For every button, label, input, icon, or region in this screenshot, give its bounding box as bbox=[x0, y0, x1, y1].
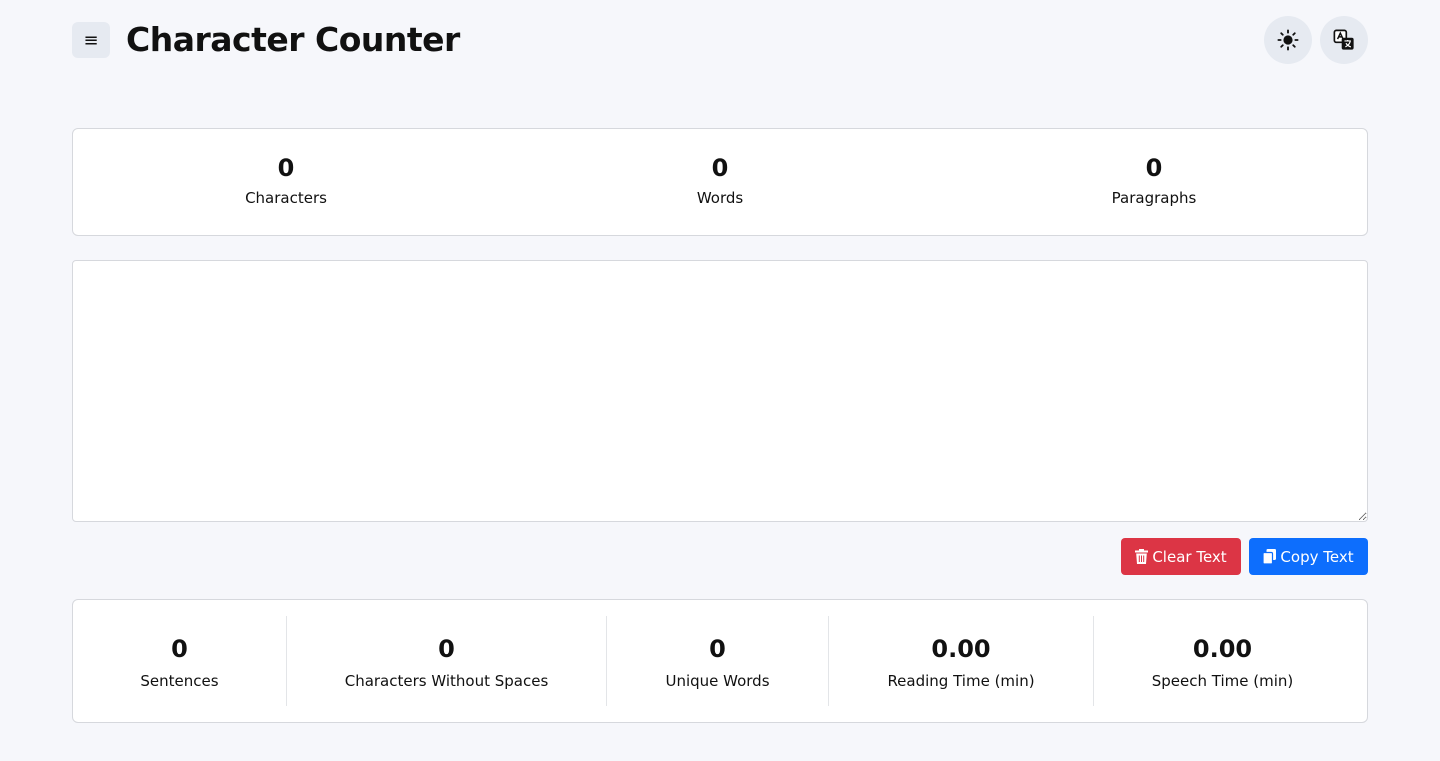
stat-value: 0 bbox=[277, 154, 295, 182]
stat-label: Sentences bbox=[140, 672, 219, 690]
clear-text-label: Clear Text bbox=[1152, 547, 1227, 566]
stat-label: Reading Time (min) bbox=[887, 672, 1035, 690]
text-input[interactable] bbox=[72, 260, 1368, 522]
stat-value: 0 bbox=[438, 635, 455, 663]
app-header: ≡ Character Counter bbox=[72, 16, 1368, 64]
stat-sentences: 0 Sentences bbox=[73, 616, 286, 706]
copy-text-label: Copy Text bbox=[1280, 547, 1354, 566]
detail-stats-panel: 0 Sentences 0 Characters Without Spaces … bbox=[72, 599, 1368, 723]
menu-button[interactable]: ≡ bbox=[72, 22, 110, 58]
stat-value: 0 bbox=[171, 635, 188, 663]
trash-icon bbox=[1135, 549, 1149, 564]
sun-icon bbox=[1277, 29, 1299, 51]
stat-value: 0 bbox=[1145, 154, 1163, 182]
copy-icon bbox=[1263, 549, 1277, 564]
copy-text-button[interactable]: Copy Text bbox=[1249, 538, 1368, 575]
menu-icon: ≡ bbox=[83, 29, 99, 51]
stat-label: Words bbox=[696, 189, 744, 207]
clear-text-button[interactable]: Clear Text bbox=[1121, 538, 1241, 575]
summary-stats-panel: 0 Characters 0 Words 0 Paragraphs bbox=[72, 128, 1368, 236]
stat-value: 0.00 bbox=[1192, 635, 1253, 663]
stat-label: Paragraphs bbox=[1111, 189, 1197, 207]
stat-label: Unique Words bbox=[665, 672, 770, 690]
stat-value: 0 bbox=[711, 154, 729, 182]
stat-reading-time: 0.00 Reading Time (min) bbox=[828, 616, 1093, 706]
stat-label: Speech Time (min) bbox=[1151, 672, 1294, 690]
stat-label: Characters Without Spaces bbox=[344, 672, 549, 690]
stat-label: Characters bbox=[245, 189, 327, 207]
stat-speech-time: 0.00 Speech Time (min) bbox=[1093, 616, 1351, 706]
translate-icon bbox=[1333, 29, 1354, 50]
stat-unique-words: 0 Unique Words bbox=[606, 616, 828, 706]
stat-value: 0.00 bbox=[931, 635, 991, 663]
page-title: Character Counter bbox=[126, 20, 460, 59]
language-button[interactable] bbox=[1320, 16, 1368, 64]
stat-paragraphs: 0 Paragraphs bbox=[1004, 151, 1304, 209]
stat-words: 0 Words bbox=[570, 151, 870, 209]
stat-characters-without-spaces: 0 Characters Without Spaces bbox=[286, 616, 606, 706]
stat-value: 0 bbox=[709, 635, 726, 663]
stat-characters: 0 Characters bbox=[136, 151, 436, 209]
theme-toggle-button[interactable] bbox=[1264, 16, 1312, 64]
